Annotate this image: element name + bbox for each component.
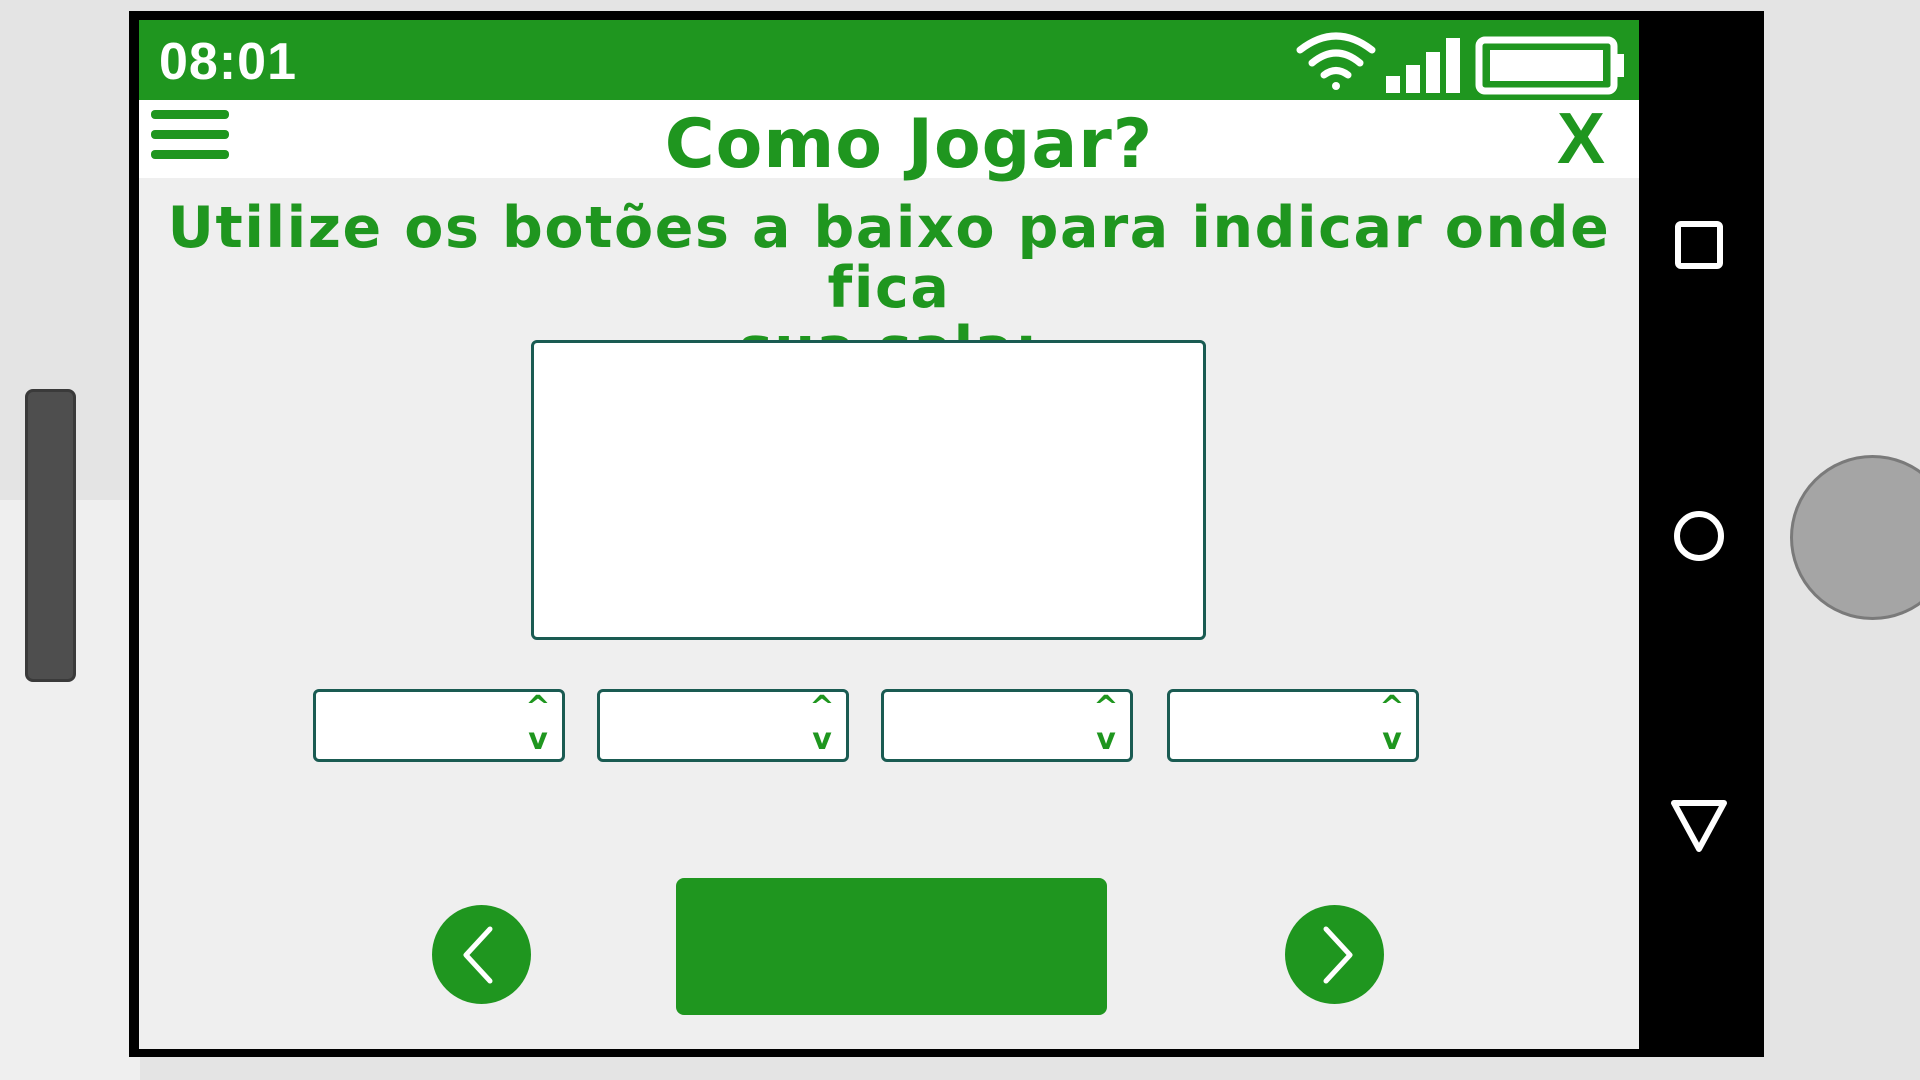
previous-button[interactable] bbox=[432, 905, 531, 1004]
main-action-button[interactable] bbox=[676, 878, 1107, 1015]
stepper-up-button[interactable]: ^ bbox=[1374, 693, 1410, 723]
home-icon[interactable] bbox=[1659, 496, 1739, 576]
answer-display-box bbox=[531, 340, 1206, 640]
status-time: 08:01 bbox=[159, 33, 297, 91]
close-button[interactable]: X bbox=[1557, 98, 1605, 180]
status-bar: 08:01 bbox=[139, 20, 1639, 100]
digit-stepper-4[interactable]: ^ v bbox=[1167, 689, 1419, 762]
stepper-down-button[interactable]: v bbox=[1374, 725, 1410, 755]
instruction-line-1: Utilize os botões a baixo para indicar o… bbox=[167, 195, 1611, 321]
wifi-icon bbox=[1296, 32, 1376, 90]
recent-apps-icon[interactable] bbox=[1659, 205, 1739, 285]
phone-frame: 08:01 Como Jogar? X Utilize os botões a … bbox=[129, 11, 1764, 1057]
battery-icon bbox=[1475, 36, 1624, 95]
stepper-up-button[interactable]: ^ bbox=[1088, 693, 1124, 723]
device-side-button[interactable] bbox=[25, 389, 76, 682]
signal-icon bbox=[1386, 38, 1460, 93]
phone-screen: 08:01 Como Jogar? X Utilize os botões a … bbox=[139, 20, 1639, 1049]
stepper-down-button[interactable]: v bbox=[1088, 725, 1124, 755]
page-title: Como Jogar? bbox=[664, 105, 1154, 184]
stepper-up-button[interactable]: ^ bbox=[804, 693, 840, 723]
chevron-left-icon bbox=[463, 926, 493, 984]
back-icon[interactable] bbox=[1659, 787, 1739, 867]
stepper-down-button[interactable]: v bbox=[520, 725, 556, 755]
chevron-right-icon bbox=[1323, 926, 1353, 984]
digit-stepper-1[interactable]: ^ v bbox=[313, 689, 565, 762]
status-icons bbox=[1296, 32, 1624, 95]
next-button[interactable] bbox=[1285, 905, 1384, 1004]
device-home-button[interactable] bbox=[1790, 455, 1920, 620]
digit-stepper-3[interactable]: ^ v bbox=[881, 689, 1133, 762]
digit-stepper-2[interactable]: ^ v bbox=[597, 689, 849, 762]
stepper-up-button[interactable]: ^ bbox=[520, 693, 556, 723]
stepper-down-button[interactable]: v bbox=[804, 725, 840, 755]
app-bar: Como Jogar? X bbox=[139, 98, 1639, 184]
